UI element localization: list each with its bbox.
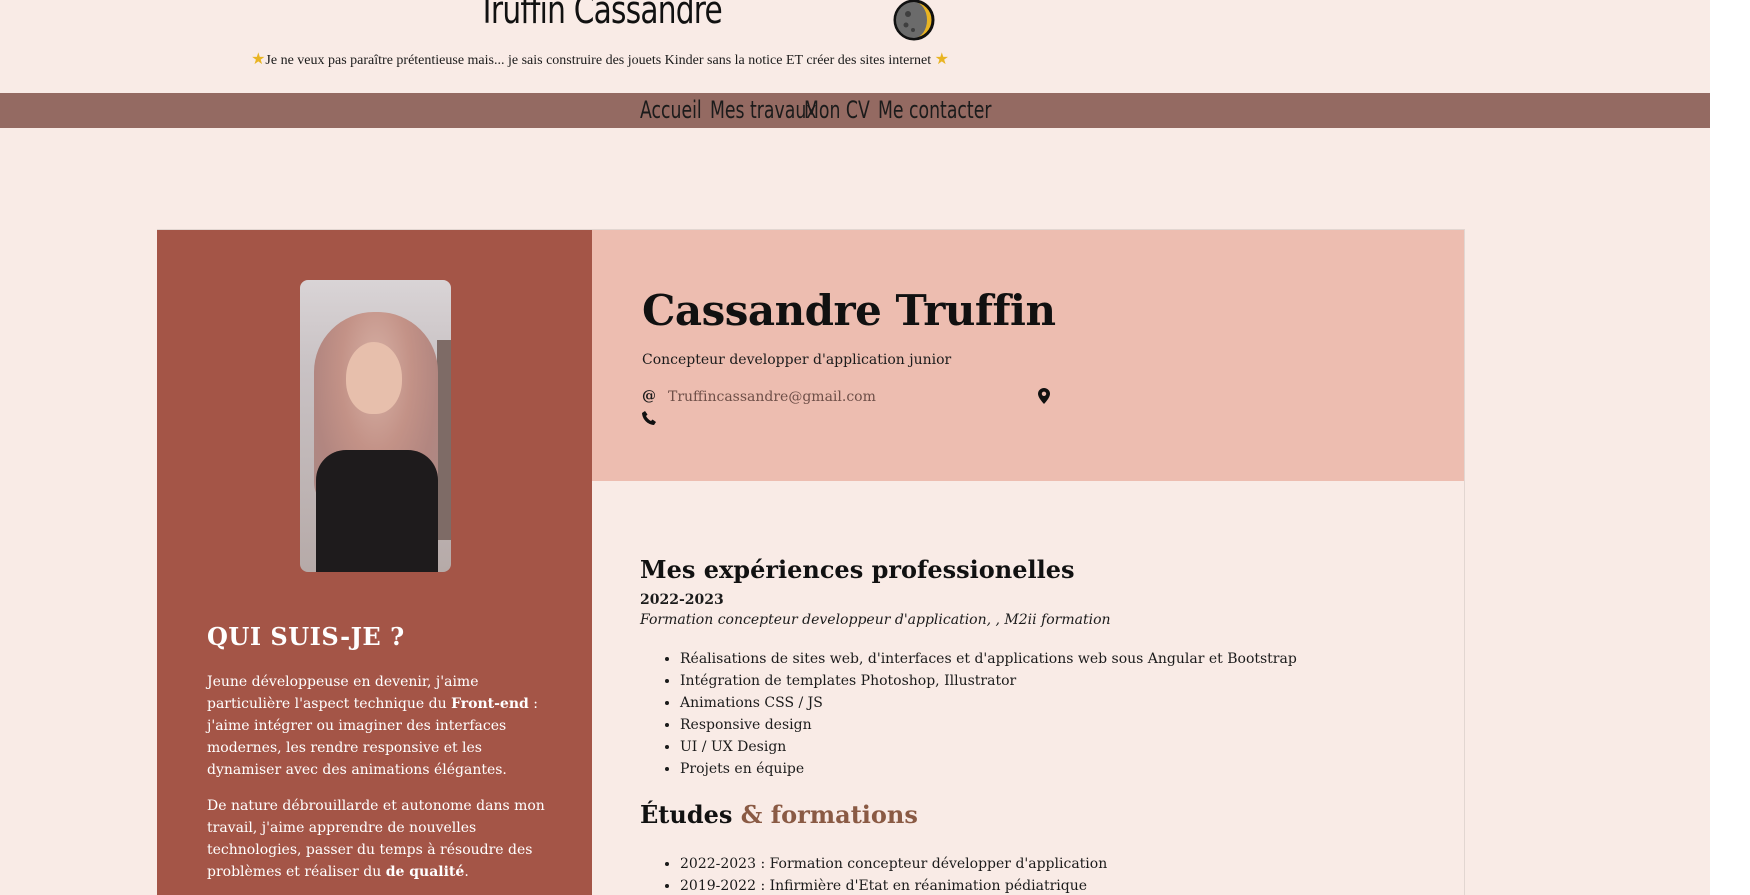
experience-subtitle: Formation concepteur developpeur d'appli… <box>640 612 1111 628</box>
cv-role: Concepteur developper d'application juni… <box>642 352 952 368</box>
education-title: Études & formations <box>640 800 918 829</box>
page-edge <box>1710 0 1750 895</box>
profile-p2-end: . <box>464 864 469 880</box>
list-item: 2022-2023 : Formation concepteur dévelop… <box>680 853 1107 875</box>
profile-p2-bold: de qualité <box>385 864 465 880</box>
email-link[interactable]: Truffincassandre@gmail.com <box>668 389 876 405</box>
education-title-accent: & formations <box>732 800 918 829</box>
location-pin-icon <box>1038 388 1050 404</box>
profile-paragraph-1: Jeune développeuse en devenir, j'aime pa… <box>207 671 547 781</box>
nav-item-me-contacter[interactable]: Me contacter <box>878 96 991 124</box>
list-item: UI / UX Design <box>680 736 1297 758</box>
list-item: Intégration de templates Photoshop, Illu… <box>680 670 1297 692</box>
list-item: Responsive design <box>680 714 1297 736</box>
email-icon: @ <box>642 388 656 404</box>
education-list: 2022-2023 : Formation concepteur dévelop… <box>680 853 1107 895</box>
experience-year: 2022-2023 <box>640 592 724 608</box>
tagline-text: Je ne veux pas paraître prétentieuse mai… <box>265 53 932 68</box>
profile-photo <box>300 280 451 572</box>
experience-list: Réalisations de sites web, d'interfaces … <box>680 648 1297 780</box>
education-title-main: Études <box>640 800 733 829</box>
list-item: 2019-2022 : Infirmière d'Etat en réanima… <box>680 875 1107 895</box>
moon-icon <box>893 0 935 41</box>
star-icon: ★ <box>934 51 949 68</box>
cv-name: Cassandre Truffin <box>642 286 1056 335</box>
profile-p2-start: De nature débrouillarde et autonome dans… <box>207 798 545 880</box>
profile-heading: QUI SUIS-JE ? <box>207 622 405 651</box>
nav-item-accueil[interactable]: Accueil <box>640 96 702 124</box>
tagline: ★Je ne veux pas paraître prétentieuse ma… <box>0 49 1200 69</box>
nav-item-mes-travaux[interactable]: Mes travaux <box>710 96 817 124</box>
profile-sidebar: QUI SUIS-JE ? Jeune développeuse en deve… <box>157 230 592 895</box>
cv-header: Cassandre Truffin Concepteur developper … <box>592 230 1464 481</box>
cv-card: QUI SUIS-JE ? Jeune développeuse en deve… <box>157 229 1465 895</box>
star-icon: ★ <box>251 51 266 68</box>
list-item: Projets en équipe <box>680 758 1297 780</box>
profile-paragraph-2: De nature débrouillarde et autonome dans… <box>207 795 547 883</box>
phone-icon <box>642 411 656 425</box>
list-item: Animations CSS / JS <box>680 692 1297 714</box>
site-header: Truffin Cassandre ★Je ne veux pas paraît… <box>0 0 1710 92</box>
main-nav: Accueil Mes travaux Mon CV Me contacter <box>0 93 1710 128</box>
nav-item-mon-cv[interactable]: Mon CV <box>804 96 870 124</box>
profile-p1-bold: Front-end <box>451 696 529 712</box>
profile-p1-start: Jeune développeuse en devenir, j'aime pa… <box>207 674 479 712</box>
list-item: Réalisations de sites web, d'interfaces … <box>680 648 1297 670</box>
experience-title: Mes expériences professionelles <box>640 555 1075 584</box>
cv-body: Mes expériences professionelles 2022-202… <box>592 481 1464 895</box>
